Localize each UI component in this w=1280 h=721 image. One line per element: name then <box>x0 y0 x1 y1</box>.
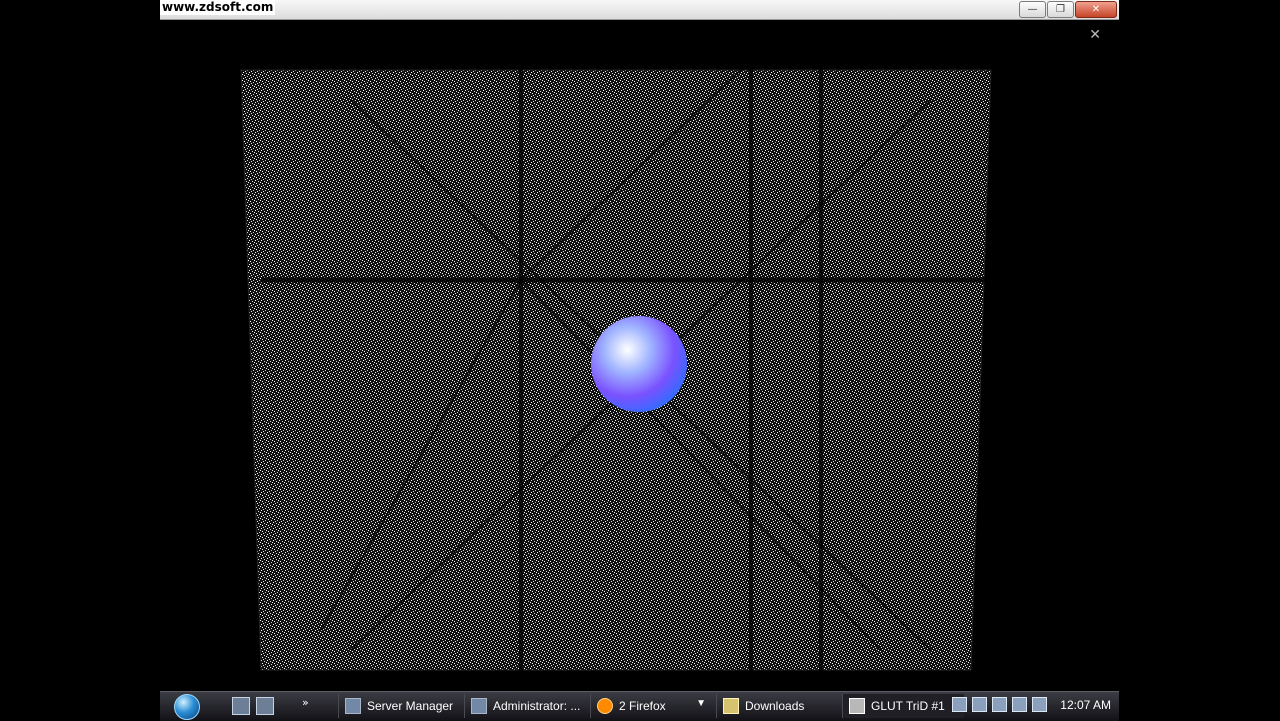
quick-launch <box>232 697 274 715</box>
glut-viewport[interactable]: ✕ <box>161 20 1117 688</box>
desktop-screen: www.zdsoft.com — ❐ ✕ ✕ » Server Manager … <box>160 0 1119 721</box>
taskbar-item-label: 2 Firefox <box>619 699 666 713</box>
volume-icon[interactable] <box>1012 697 1028 712</box>
restore-button[interactable]: ❐ <box>1047 1 1074 18</box>
security-icon[interactable] <box>972 697 988 712</box>
display-icon[interactable] <box>992 697 1008 712</box>
switch-windows-icon[interactable] <box>256 697 274 715</box>
show-desktop-icon[interactable] <box>232 697 250 715</box>
dropdown-arrow-icon: ▼ <box>696 698 706 709</box>
taskbar-item-server-manager[interactable]: Server Manager <box>338 694 460 718</box>
close-button[interactable]: ✕ <box>1075 1 1117 18</box>
quick-launch-chevron-icon[interactable]: » <box>302 696 309 709</box>
taskbar-item-label: GLUT TriD #1 <box>871 699 945 713</box>
taskbar-item-downloads[interactable]: Downloads <box>716 694 838 718</box>
windows-orb-icon <box>174 693 200 720</box>
start-button[interactable] <box>168 692 206 721</box>
overlay-close-icon[interactable]: ✕ <box>1089 27 1101 43</box>
taskbar-item-label: Administrator: ... <box>493 699 581 713</box>
firefox-icon <box>597 698 613 714</box>
taskbar-item-firefox[interactable]: 2 Firefox ▼ <box>590 694 712 718</box>
window-buttons: — ❐ ✕ <box>1019 1 1117 18</box>
app-window-icon <box>849 698 865 714</box>
minimize-button[interactable]: — <box>1019 1 1046 18</box>
connection-icon[interactable] <box>1032 697 1048 712</box>
terminal-icon <box>471 698 487 714</box>
network-icon[interactable] <box>952 697 968 712</box>
server-manager-icon <box>345 698 361 714</box>
taskbar-item-administrator[interactable]: Administrator: ... <box>464 694 586 718</box>
clock[interactable]: 12:07 AM <box>1060 698 1111 712</box>
rotating-sphere <box>591 316 687 412</box>
taskbar-item-label: Downloads <box>745 699 805 713</box>
taskbar-item-glut-trid[interactable]: GLUT TriD #1 <box>842 694 964 718</box>
taskbar-item-label: Server Manager <box>367 699 454 713</box>
point-cloud-cube <box>240 30 992 688</box>
watermark-label: www.zdsoft.com <box>160 0 276 15</box>
folder-icon <box>723 698 739 714</box>
taskbar: » Server Manager Administrator: ... 2 Fi… <box>160 691 1119 721</box>
window-titlebar[interactable]: www.zdsoft.com — ❐ ✕ <box>160 0 1119 20</box>
system-tray: 12:07 AM <box>952 697 1111 712</box>
